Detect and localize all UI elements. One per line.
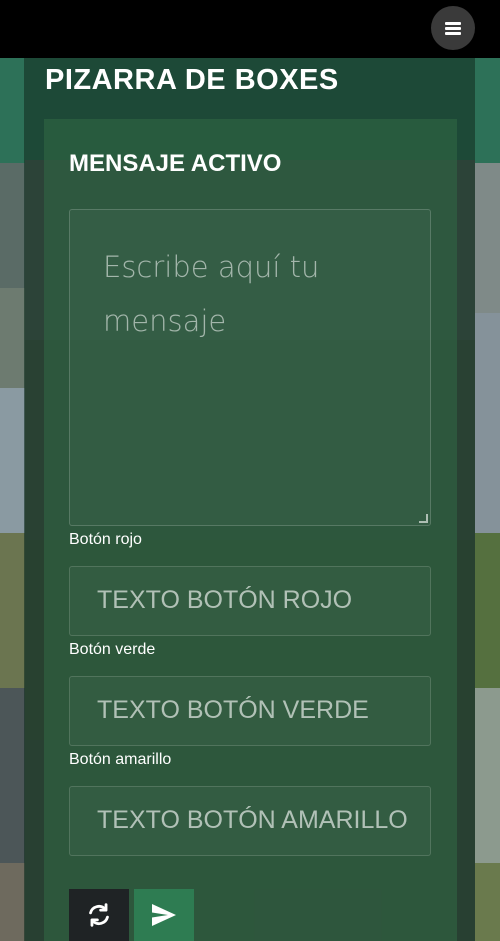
red-button-text-input[interactable]: TEXTO BOTÓN ROJO [69, 566, 431, 636]
hamburger-menu-icon [445, 20, 461, 37]
yellow-button-label: Botón amarillo [69, 751, 172, 768]
green-button-text-input[interactable]: TEXTO BOTÓN VERDE [69, 676, 431, 746]
panel-title: MENSAJE ACTIVO [69, 150, 282, 177]
page-title: PIZARRA DE BOXES [45, 64, 339, 96]
refresh-icon [89, 903, 109, 927]
refresh-button[interactable] [69, 889, 129, 941]
send-icon [152, 904, 176, 926]
green-button-label: Botón verde [69, 641, 156, 658]
red-button-placeholder: TEXTO BOTÓN ROJO [97, 586, 353, 614]
yellow-button-text-input[interactable]: TEXTO BOTÓN AMARILLO [69, 786, 431, 856]
red-button-label: Botón rojo [69, 531, 142, 548]
green-button-placeholder: TEXTO BOTÓN VERDE [97, 696, 369, 724]
message-textarea[interactable]: Escribe aquí tu mensaje [69, 209, 431, 526]
send-button[interactable] [134, 889, 194, 941]
yellow-button-placeholder: TEXTO BOTÓN AMARILLO [97, 806, 408, 834]
resize-handle-icon[interactable] [419, 514, 428, 523]
top-bar [0, 0, 500, 58]
menu-button[interactable] [431, 6, 475, 50]
message-placeholder: Escribe aquí tu mensaje [103, 250, 320, 338]
